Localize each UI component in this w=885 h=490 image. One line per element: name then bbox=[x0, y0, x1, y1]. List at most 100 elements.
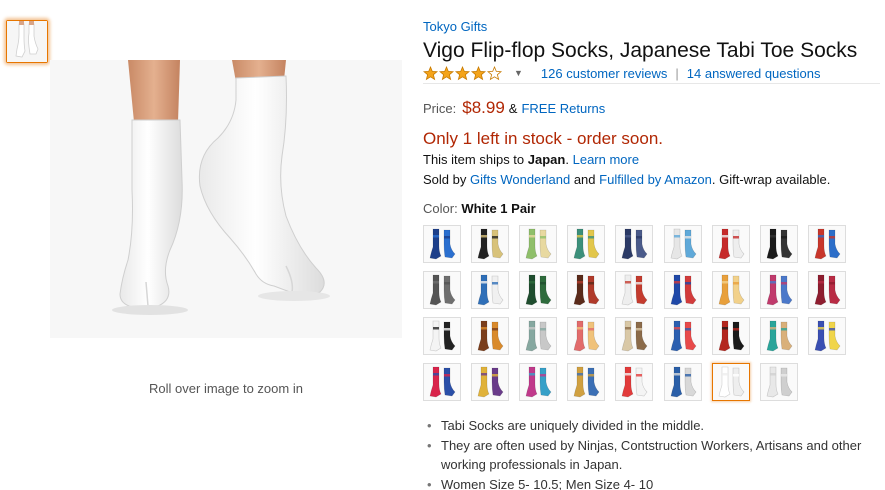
fulfilled-by-amazon-link[interactable]: Fulfilled by Amazon bbox=[599, 172, 712, 187]
ships-prefix: This item ships to bbox=[423, 152, 525, 167]
selected-color: White 1 Pair bbox=[461, 201, 536, 216]
color-swatch[interactable] bbox=[615, 225, 654, 263]
color-swatch[interactable] bbox=[711, 225, 750, 263]
separator: | bbox=[675, 65, 679, 81]
color-swatch[interactable] bbox=[567, 271, 606, 309]
feature-bullet: They are often used by Ninjas, Contstruc… bbox=[427, 436, 881, 475]
sock-swatch-icon bbox=[520, 272, 557, 308]
questions-link[interactable]: 14 answered questions bbox=[687, 66, 821, 81]
sold-prefix: Sold by bbox=[423, 172, 467, 187]
sock-swatch-icon bbox=[616, 272, 653, 308]
color-swatch[interactable] bbox=[663, 271, 702, 309]
color-swatch[interactable] bbox=[423, 225, 461, 263]
color-swatch[interactable] bbox=[567, 225, 606, 263]
color-swatch[interactable] bbox=[615, 271, 654, 309]
sock-swatch-icon bbox=[424, 318, 460, 354]
color-row: Color: White 1 Pair bbox=[423, 201, 536, 216]
sock-swatch-icon bbox=[664, 226, 701, 262]
sock-swatch-icon bbox=[664, 318, 701, 354]
color-swatch[interactable] bbox=[663, 317, 702, 355]
product-title: Vigo Flip-flop Socks, Japanese Tabi Toe … bbox=[423, 39, 858, 62]
sock-swatch-icon bbox=[808, 272, 845, 308]
color-swatch[interactable] bbox=[567, 317, 606, 355]
thumbnail-image[interactable] bbox=[6, 20, 48, 63]
color-swatch[interactable] bbox=[471, 271, 510, 309]
sock-swatch-icon bbox=[472, 226, 509, 262]
zoom-hint: Roll over image to zoom in bbox=[149, 381, 303, 396]
color-swatch[interactable] bbox=[807, 225, 846, 263]
sock-swatch-icon bbox=[568, 272, 605, 308]
sock-swatch-icon bbox=[712, 226, 749, 262]
sock-swatch-icon bbox=[616, 318, 653, 354]
sock-swatch-icon bbox=[712, 364, 749, 400]
sock-swatch-icon bbox=[760, 318, 797, 354]
sock-swatch-icon bbox=[424, 226, 460, 262]
sock-swatch-icon bbox=[424, 272, 460, 308]
color-swatch[interactable] bbox=[423, 317, 461, 355]
color-swatch[interactable] bbox=[471, 225, 510, 263]
product-image[interactable] bbox=[50, 60, 402, 338]
sock-swatch-icon bbox=[808, 226, 845, 262]
color-swatch[interactable] bbox=[519, 317, 558, 355]
sock-swatch-icon bbox=[472, 272, 509, 308]
sock-swatch-icon bbox=[520, 226, 557, 262]
color-swatch[interactable] bbox=[807, 317, 846, 355]
sock-swatch-icon bbox=[568, 226, 605, 262]
color-swatch[interactable] bbox=[519, 271, 558, 309]
sock-swatch-icon bbox=[472, 364, 509, 400]
sock-swatch-icon bbox=[616, 226, 653, 262]
color-swatch[interactable] bbox=[519, 363, 558, 401]
chevron-down-icon[interactable]: ▼ bbox=[514, 68, 523, 78]
sold-by-line: Sold by Gifts Wonderland and Fulfilled b… bbox=[423, 172, 830, 187]
color-swatch[interactable] bbox=[759, 317, 798, 355]
feature-bullet: Tabi Socks are uniquely divided in the m… bbox=[427, 416, 881, 436]
price-row: Price: $8.99 & FREE Returns bbox=[423, 98, 605, 118]
seller-link[interactable]: Gifts Wonderland bbox=[470, 172, 570, 187]
color-swatch[interactable] bbox=[711, 363, 750, 401]
sock-swatch-icon bbox=[664, 272, 701, 308]
color-swatch[interactable] bbox=[663, 225, 702, 263]
color-swatch[interactable] bbox=[759, 363, 798, 401]
color-swatch[interactable] bbox=[759, 225, 798, 263]
star-rating-icon[interactable] bbox=[423, 65, 505, 81]
feature-bullets: Tabi Socks are uniquely divided in the m… bbox=[427, 416, 881, 490]
sock-swatch-icon bbox=[712, 272, 749, 308]
brand-link[interactable]: Tokyo Gifts bbox=[423, 19, 487, 34]
color-swatch[interactable] bbox=[615, 317, 654, 355]
divider bbox=[423, 83, 880, 84]
color-swatch[interactable] bbox=[711, 317, 750, 355]
color-swatch[interactable] bbox=[471, 363, 510, 401]
sock-swatch-icon bbox=[472, 318, 509, 354]
sock-swatch-icon bbox=[760, 226, 797, 262]
rating-row: ▼ 126 customer reviews | 14 answered que… bbox=[423, 64, 878, 82]
sock-swatch-icon bbox=[808, 318, 845, 354]
sock-swatch-icon bbox=[424, 364, 460, 400]
free-returns-link[interactable]: FREE Returns bbox=[521, 101, 605, 116]
color-swatch[interactable] bbox=[663, 363, 702, 401]
color-swatch[interactable] bbox=[471, 317, 510, 355]
sock-swatch-icon bbox=[616, 364, 653, 400]
sold-suffix: . Gift-wrap available. bbox=[711, 172, 831, 187]
color-swatch[interactable] bbox=[711, 271, 750, 309]
amp: & bbox=[508, 101, 518, 116]
ships-country: Japan bbox=[527, 152, 566, 167]
color-swatch[interactable] bbox=[615, 363, 654, 401]
ships-to-line: This item ships to Japan. Learn more bbox=[423, 152, 639, 167]
sock-swatch-icon bbox=[760, 272, 797, 308]
color-swatch[interactable] bbox=[567, 363, 606, 401]
sock-swatch-icon bbox=[568, 364, 605, 400]
color-swatch[interactable] bbox=[423, 271, 461, 309]
sold-and: and bbox=[573, 172, 596, 187]
ships-suffix: . bbox=[565, 152, 569, 167]
color-swatch[interactable] bbox=[423, 363, 461, 401]
learn-more-link[interactable]: Learn more bbox=[573, 152, 639, 167]
sock-swatch-icon bbox=[520, 364, 557, 400]
sock-swatch-icon bbox=[760, 364, 797, 400]
sock-swatch-icon bbox=[712, 318, 749, 354]
feature-bullet: Women Size 5- 10.5; Men Size 4- 10 bbox=[427, 475, 881, 490]
sock-swatch-icon bbox=[664, 364, 701, 400]
color-swatch[interactable] bbox=[807, 271, 846, 309]
color-swatch[interactable] bbox=[759, 271, 798, 309]
color-swatch[interactable] bbox=[519, 225, 558, 263]
reviews-link[interactable]: 126 customer reviews bbox=[541, 66, 667, 81]
